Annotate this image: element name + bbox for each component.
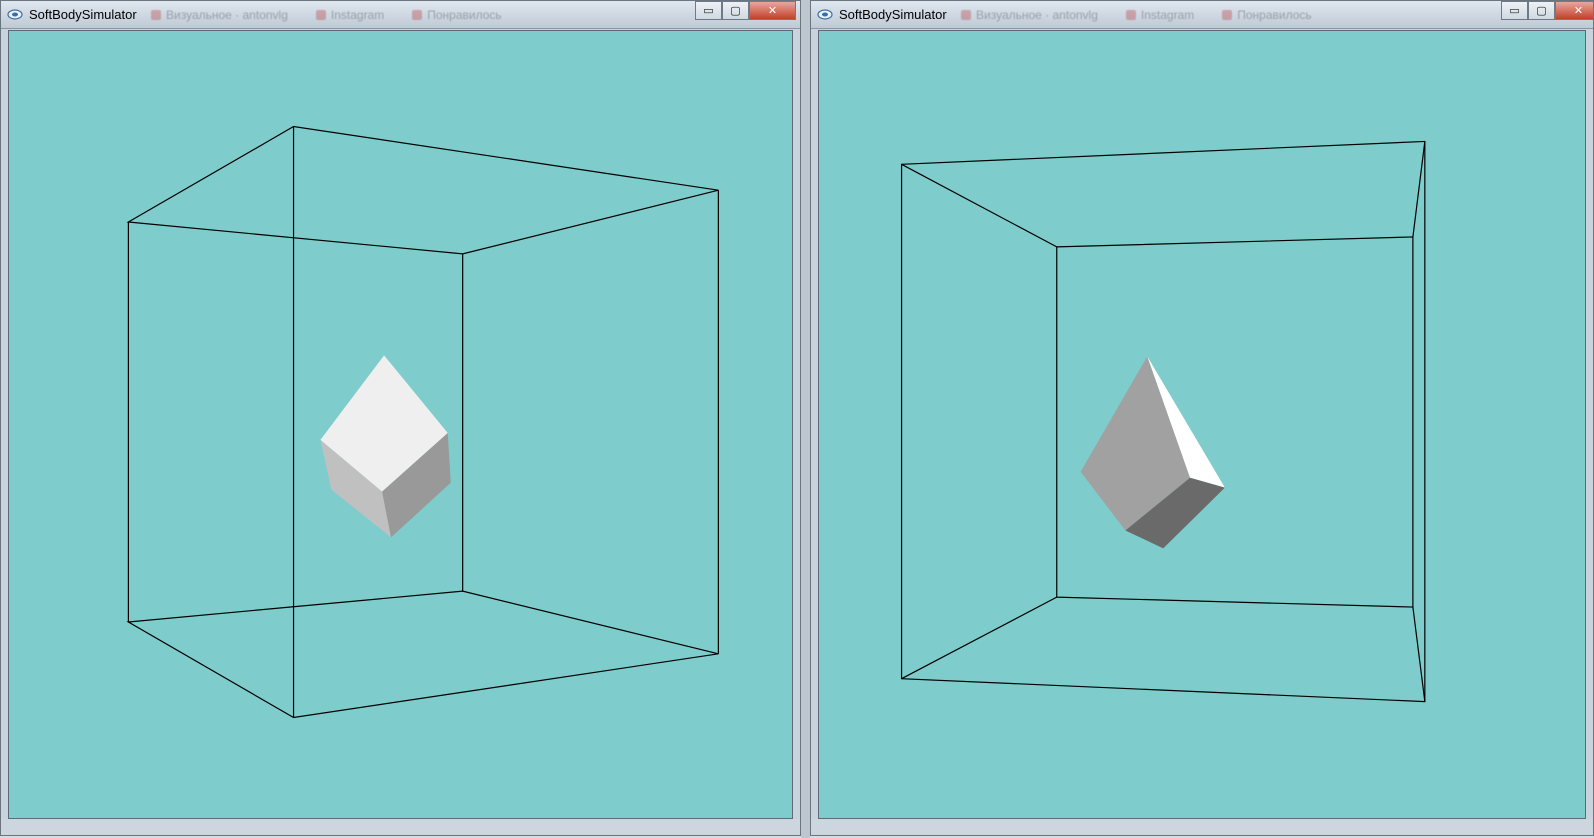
background-tab: Instagram — [1125, 6, 1195, 24]
window-gap — [801, 0, 810, 838]
background-tab-label: Понравилось — [1237, 8, 1312, 22]
background-browser-tabs: Визуальное · antonvlg Instagram Понравил… — [151, 6, 502, 24]
right-simulator-window: SoftBodySimulator Визуальное · antonvlg … — [810, 0, 1594, 836]
background-tab-label: Instagram — [330, 8, 385, 22]
simulation-viewport[interactable] — [8, 30, 793, 819]
tab-icon — [315, 10, 326, 20]
minimize-button[interactable]: ▭ — [1501, 1, 1528, 20]
scene-canvas — [900, 140, 1426, 703]
background-tab: Понравилось — [412, 6, 502, 24]
wireframe-edge — [1412, 606, 1426, 702]
window-controls: ▭ ▢ ✕ — [1501, 1, 1593, 20]
background-tab: Визуальное · antonvlg — [151, 6, 288, 24]
background-tab-label: Визуальное · antonvlg — [166, 8, 288, 22]
background-tab: Instagram — [315, 6, 385, 24]
background-tab-label: Визуальное · antonvlg — [976, 8, 1098, 22]
maximize-button[interactable]: ▢ — [722, 1, 749, 20]
maximize-button[interactable]: ▢ — [1528, 1, 1555, 20]
wireframe-edge — [1412, 141, 1426, 238]
tab-icon — [412, 10, 423, 20]
background-tab-label: Понравилось — [427, 8, 502, 22]
app-icon — [817, 9, 833, 20]
background-browser-tabs: Визуальное · antonvlg Instagram Понравил… — [961, 6, 1312, 24]
background-tab: Понравилось — [1222, 6, 1312, 24]
wireframe-edge — [901, 596, 1058, 680]
bottom-strip — [811, 819, 1593, 835]
title-bar[interactable]: SoftBodySimulator Визуальное · antonvlg … — [811, 1, 1593, 29]
wireframe-top-face — [126, 125, 719, 255]
scene-canvas — [126, 125, 719, 719]
window-title: SoftBodySimulator — [839, 7, 947, 22]
simulation-viewport[interactable] — [818, 30, 1586, 819]
background-tab-label: Instagram — [1140, 8, 1195, 22]
tab-icon — [1125, 10, 1136, 20]
close-button[interactable]: ✕ — [1555, 1, 1593, 20]
window-title: SoftBodySimulator — [29, 7, 137, 22]
wireframe-edge — [901, 163, 1058, 248]
title-bar[interactable]: SoftBodySimulator Визуальное · antonvlg … — [1, 1, 800, 29]
tab-icon — [1222, 10, 1233, 20]
soft-body-cube — [1080, 356, 1225, 549]
tab-icon — [961, 10, 971, 20]
window-controls: ▭ ▢ ✕ — [695, 1, 796, 20]
tab-icon — [151, 10, 161, 20]
minimize-button[interactable]: ▭ — [695, 1, 722, 20]
close-button[interactable]: ✕ — [749, 1, 796, 20]
wireframe-bottom-face — [126, 590, 719, 719]
left-simulator-window: SoftBodySimulator Визуальное · antonvlg … — [0, 0, 801, 836]
app-icon — [7, 9, 23, 20]
background-tab: Визуальное · antonvlg — [961, 6, 1098, 24]
bottom-strip — [1, 819, 800, 835]
soft-body-cube — [320, 355, 451, 538]
